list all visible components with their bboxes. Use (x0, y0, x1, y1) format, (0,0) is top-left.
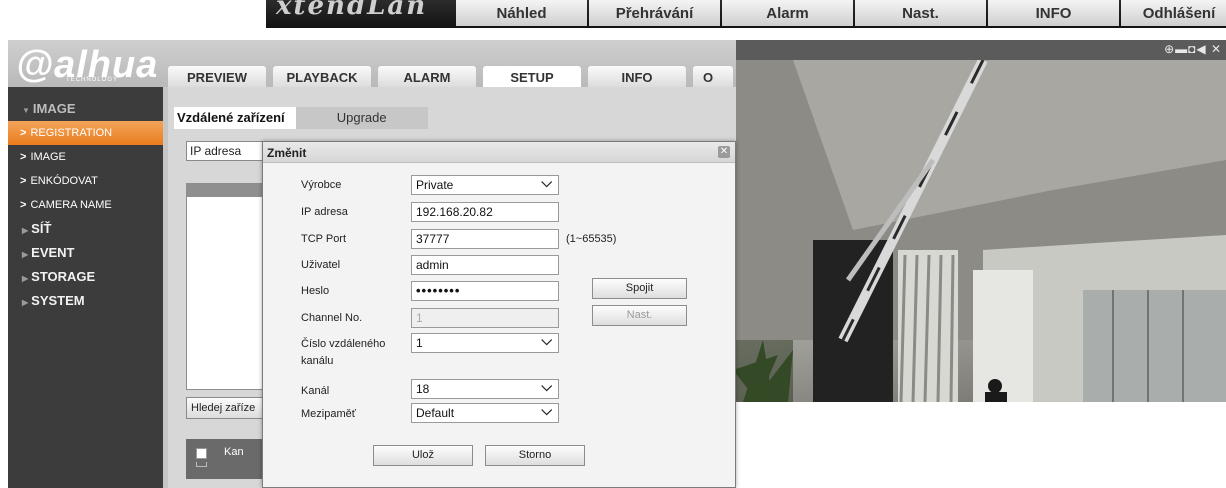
collapsed-arrow-icon: ▶ (22, 274, 29, 283)
port-range-hint: (1~65535) (566, 233, 617, 245)
person-body (985, 392, 1007, 402)
person-head (988, 379, 1002, 393)
tcp-port-label: TCP Port (301, 233, 347, 245)
password-input[interactable]: •••••••• (411, 281, 559, 301)
collapsed-arrow-icon: ▶ (22, 298, 29, 307)
channel-no-input[interactable]: 1 (411, 308, 559, 328)
camera-toolbar: ⊕▬◘◀ ✕ (733, 40, 1226, 60)
chevron-right-icon: > (20, 151, 27, 163)
sidebar: ▼ IMAGE > REGISTRATION > IMAGE > ENKÓDOVAT >… (8, 87, 163, 488)
vendor-label: Výrobce (301, 179, 342, 191)
sidebar-item-encode[interactable]: > ENKÓDOVAT (8, 169, 163, 193)
back-tab-prehravani[interactable]: Přehrávání (589, 0, 720, 26)
dahua-header: @alhua TECHNOLOGY PREVIEW PLAYBACK ALARM… (8, 40, 736, 90)
expanded-arrow-icon: ▼ (22, 106, 30, 115)
back-tab-info[interactable]: INFO (988, 0, 1119, 26)
save-button[interactable]: Ulož (373, 445, 473, 466)
sidebar-item-camera-name[interactable]: > CAMERA NAME (8, 193, 163, 217)
camera-live-view[interactable]: ⊕▬◘◀ ✕ (733, 40, 1226, 402)
remote-channel-select[interactable]: 1 (411, 331, 559, 353)
tcp-port-input[interactable]: 37777 (411, 229, 559, 249)
sidebar-item-image[interactable]: > IMAGE (8, 145, 163, 169)
device-list-header (187, 184, 263, 197)
logo-at: @ (16, 44, 55, 86)
collapsed-arrow-icon: ▶ (22, 250, 29, 259)
camera-scene (733, 57, 1226, 402)
buffer-select[interactable]: Default (411, 401, 559, 423)
cancel-button[interactable]: Storno (485, 445, 585, 466)
chevron-right-icon: > (20, 175, 27, 187)
settings-button[interactable]: Nast. (592, 305, 687, 326)
username-input[interactable]: admin (411, 255, 559, 275)
device-list[interactable] (186, 183, 264, 390)
window-center (973, 270, 1033, 402)
collapsed-arrow-icon: ▶ (22, 226, 29, 235)
password-label: Heslo (301, 285, 330, 297)
dialog-titlebar[interactable]: Změnit ✕ (263, 142, 735, 163)
back-logo: xtendLan (276, 0, 428, 21)
subtab-remote-device[interactable]: Vzdálené zařízení (174, 107, 296, 129)
remote-channel-label: Číslo vzdáleného kanálu (301, 338, 386, 367)
back-tabs: Náhled Přehrávání Alarm Nast. INFO Odhlá… (456, 0, 1226, 26)
sidebar-group-system[interactable]: ▶ SYSTEM (8, 289, 163, 313)
vendor-select[interactable]: Private (411, 173, 559, 195)
back-tab-alarm[interactable]: Alarm (722, 0, 853, 26)
back-tab-nahled[interactable]: Náhled (456, 0, 587, 26)
subtabs: Vzdálené zařízení Upgrade (174, 107, 428, 129)
channel-select[interactable]: 18 (411, 377, 559, 399)
camera-toolbar-icons[interactable]: ⊕▬◘◀ ✕ (1164, 42, 1222, 56)
close-icon[interactable]: ✕ (718, 146, 730, 158)
dialog-title: Změnit (267, 146, 307, 160)
ip-address-label: IP adresa (301, 206, 348, 218)
connect-button[interactable]: Spojit (592, 278, 687, 299)
subtab-upgrade[interactable]: Upgrade (295, 107, 428, 129)
sidebar-group-storage[interactable]: ▶ STORAGE (8, 265, 163, 289)
sidebar-group-image[interactable]: ▼ IMAGE (8, 97, 163, 121)
sidebar-item-registration[interactable]: > REGISTRATION (8, 121, 163, 145)
search-device-button[interactable]: Hledej zaříze (186, 397, 266, 419)
chevron-right-icon: > (20, 127, 27, 139)
channel-column-header: Kan (224, 446, 244, 458)
back-navigation-bar: xtendLan Náhled Přehrávání Alarm Nast. I… (266, 0, 1226, 28)
select-all-checkbox[interactable] (196, 448, 207, 459)
buffer-label: Mezipaměť (301, 408, 356, 420)
channel-table-header: Kan (186, 439, 266, 479)
channel-label: Kanál (301, 385, 330, 397)
sidebar-group-event[interactable]: ▶ EVENT (8, 241, 163, 265)
plant-shadow (733, 340, 793, 402)
channel-no-label: Channel No. (301, 312, 363, 324)
row-checkbox[interactable] (196, 462, 207, 467)
chevron-right-icon: > (20, 199, 27, 211)
sidebar-group-network[interactable]: ▶ SÍŤ (8, 217, 163, 241)
edit-device-dialog: Změnit ✕ Výrobce Private IP adresa 192.1… (262, 141, 736, 488)
logo-subtext: TECHNOLOGY (66, 77, 119, 83)
glass-cabinet (1083, 290, 1226, 402)
username-label: Uživatel (301, 259, 341, 271)
back-tab-odhlaseni[interactable]: Odhlášení (1121, 0, 1226, 26)
ip-address-input[interactable]: 192.168.20.82 (411, 202, 559, 222)
ip-filter-select[interactable]: IP adresa (186, 141, 266, 161)
back-tab-nast[interactable]: Nast. (855, 0, 986, 26)
